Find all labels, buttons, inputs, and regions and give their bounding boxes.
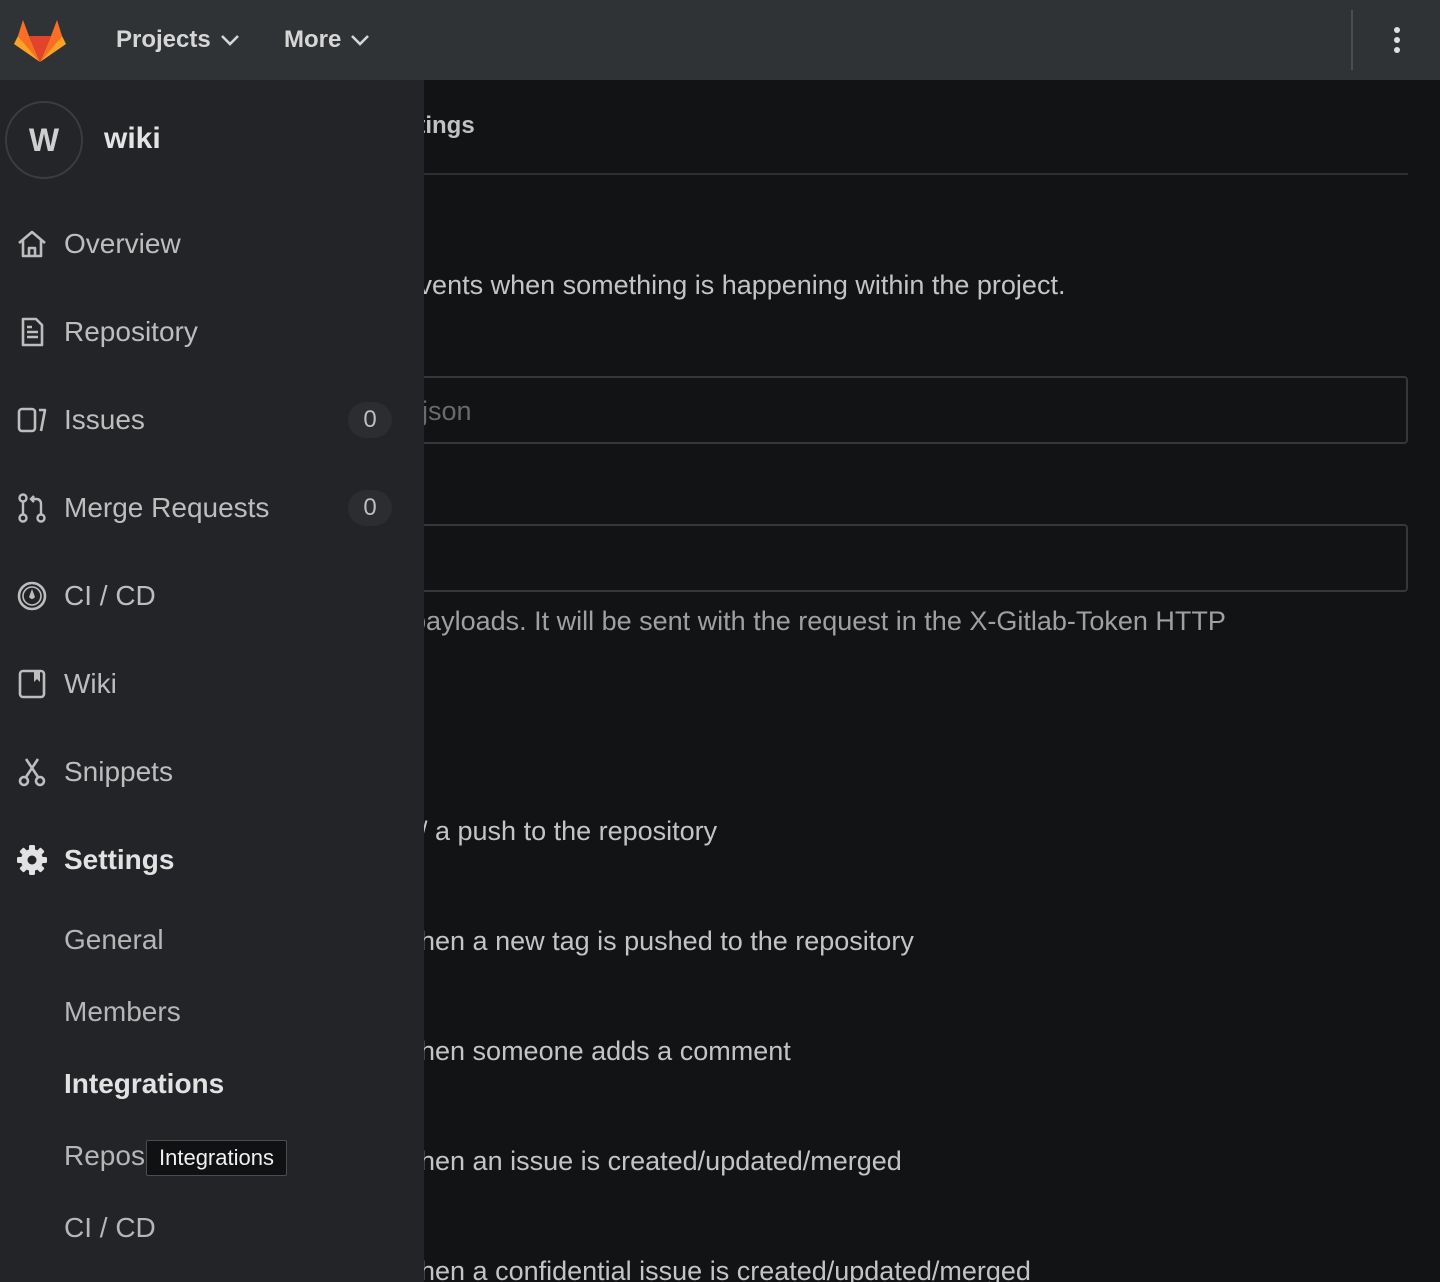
settings-general-link[interactable]: General (64, 924, 164, 956)
sidebar-item-merge-requests[interactable]: Merge Requests 0 (0, 478, 424, 538)
sidebar-item-label: CI / CD (64, 580, 156, 611)
navbar-divider (1351, 10, 1353, 70)
sidebar-item-label: Repository (64, 316, 198, 347)
top-navbar: Projects More (0, 0, 1440, 80)
project-name[interactable]: wiki (104, 122, 161, 156)
kebab-menu-icon[interactable] (1384, 24, 1410, 56)
sidebar-item-label: Issues (64, 404, 145, 435)
url-input-placeholder: json (422, 396, 472, 426)
projects-label: Projects (116, 26, 211, 53)
trigger-comments: hen someone adds a comment (420, 1036, 791, 1066)
trigger-push-events: / a push to the repository (420, 816, 718, 846)
issues-count-badge: 0 (348, 402, 392, 438)
secret-token-input[interactable] (360, 524, 1408, 592)
breadcrumb-divider (360, 173, 1408, 175)
document-icon (21, 317, 44, 347)
gear-icon (17, 845, 47, 875)
secret-token-help: ved payloads. It will be sent with the r… (360, 606, 1226, 636)
webhook-description: ing events when something is happening w… (360, 270, 1066, 300)
settings-ci-cd-link[interactable]: CI / CD (64, 1212, 156, 1244)
trigger-issues-events: hen an issue is created/updated/merged (420, 1146, 902, 1176)
trigger-confidential-issues-events: hen a confidential issue is created/upda… (420, 1256, 1031, 1282)
more-label: More (284, 26, 342, 53)
chevron-down-icon (220, 35, 239, 46)
sidebar-item-wiki[interactable]: Wiki (0, 654, 424, 714)
merge-request-icon (18, 493, 46, 523)
sidebar-item-label: Settings (64, 844, 175, 875)
sidebar-item-issues[interactable]: Issues 0 (0, 390, 424, 450)
sidebar-item-label: Snippets (64, 756, 173, 787)
sidebar-item-label: Wiki (64, 668, 117, 699)
merge-requests-count-badge: 0 (348, 490, 392, 526)
sidebar-item-ci-cd[interactable]: CI / CD (0, 566, 424, 626)
sidebar-item-snippets[interactable]: Snippets (0, 742, 424, 802)
gitlab-logo-icon[interactable] (14, 16, 66, 64)
rocket-icon (17, 581, 47, 611)
scissors-icon (18, 758, 46, 787)
project-sidebar: W wiki Overview Repository Issues 0 Merg… (0, 80, 424, 1282)
settings-members-link[interactable]: Members (64, 996, 181, 1028)
trigger-tag-push-events: hen a new tag is pushed to the repositor… (420, 926, 914, 956)
sidebar-item-label: Overview (64, 228, 181, 259)
book-icon (18, 669, 46, 699)
settings-repository-link[interactable]: Repos (64, 1140, 145, 1172)
integrations-tooltip: Integrations (146, 1140, 287, 1176)
sidebar-item-settings[interactable]: Settings (0, 830, 424, 890)
home-icon (18, 230, 46, 258)
chevron-down-icon (351, 35, 370, 46)
project-avatar[interactable]: W (5, 101, 83, 179)
sidebar-item-repository[interactable]: Repository (0, 302, 424, 362)
settings-integrations-link[interactable]: Integrations (64, 1068, 224, 1100)
more-dropdown[interactable]: More (284, 22, 371, 58)
url-input[interactable]: json (360, 376, 1408, 444)
sidebar-item-label: Merge Requests (64, 492, 270, 523)
sidebar-item-overview[interactable]: Overview (0, 214, 424, 274)
issues-icon (17, 407, 47, 433)
projects-dropdown[interactable]: Projects (116, 22, 241, 58)
